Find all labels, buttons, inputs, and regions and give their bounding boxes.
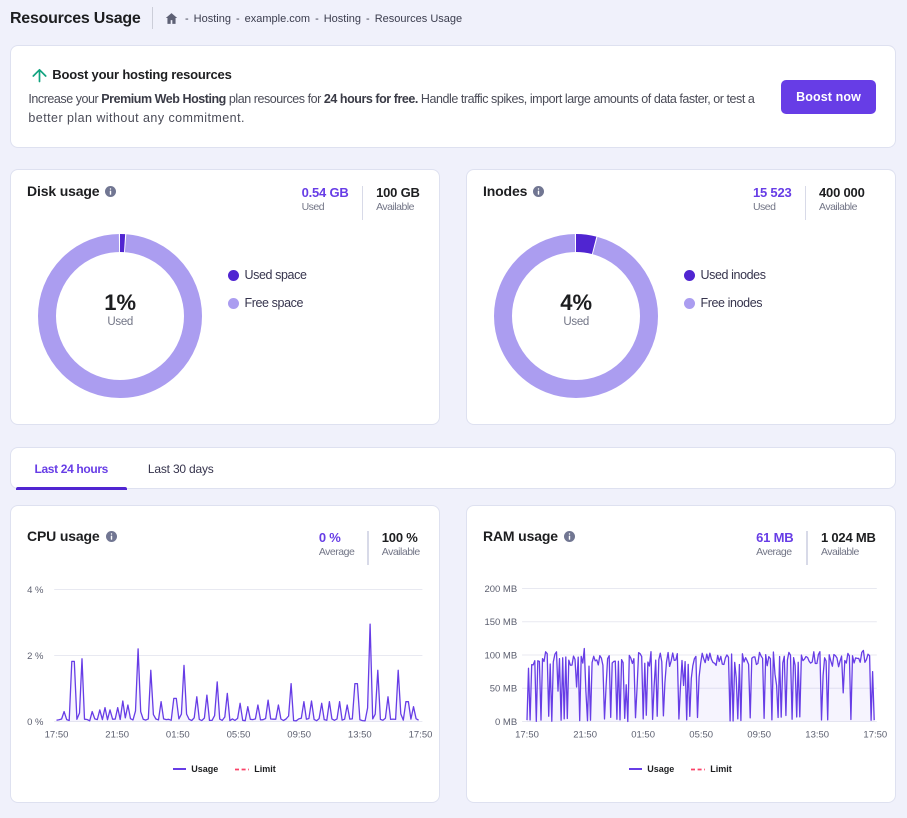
svg-text:17:50: 17:50: [44, 729, 68, 740]
svg-text:09:50: 09:50: [747, 729, 771, 740]
svg-text:05:50: 05:50: [689, 729, 713, 740]
svg-text:150 MB: 150 MB: [484, 617, 517, 628]
svg-text:200 MB: 200 MB: [484, 584, 517, 595]
svg-text:09:50: 09:50: [287, 729, 311, 740]
svg-text:0 MB: 0 MB: [495, 717, 517, 728]
svg-text:17:50: 17:50: [408, 729, 432, 740]
svg-text:50 MB: 50 MB: [489, 684, 516, 695]
svg-text:17:50: 17:50: [515, 729, 539, 740]
svg-text:01:50: 01:50: [165, 729, 189, 740]
svg-text:01:50: 01:50: [631, 729, 655, 740]
svg-text:100 MB: 100 MB: [484, 650, 517, 661]
svg-text:17:50: 17:50: [863, 729, 887, 740]
svg-text:2 %: 2 %: [27, 651, 44, 662]
svg-text:13:50: 13:50: [347, 729, 371, 740]
svg-text:13:50: 13:50: [805, 729, 829, 740]
svg-text:21:50: 21:50: [105, 729, 129, 740]
svg-text:05:50: 05:50: [226, 729, 250, 740]
svg-text:4 %: 4 %: [27, 585, 44, 596]
svg-text:0 %: 0 %: [27, 717, 44, 728]
svg-text:21:50: 21:50: [573, 729, 597, 740]
